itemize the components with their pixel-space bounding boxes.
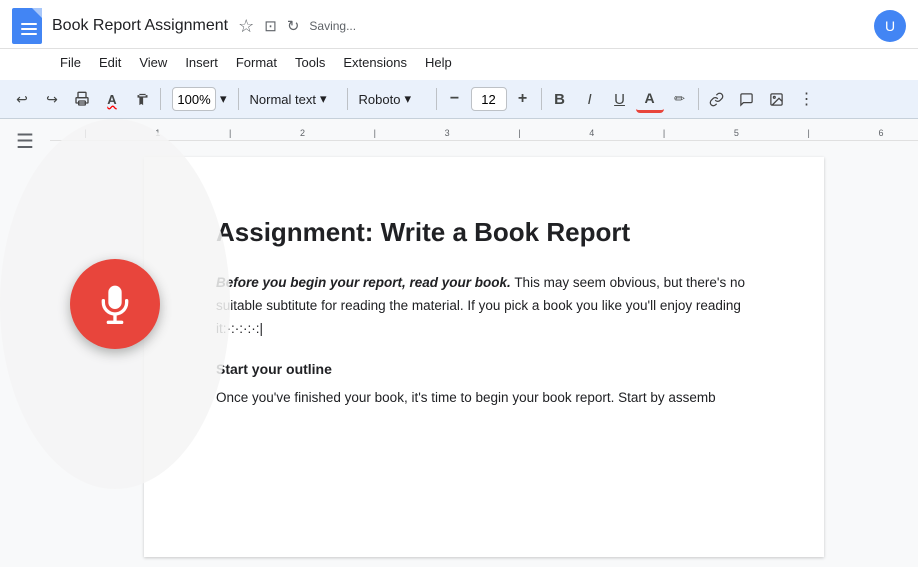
style-arrow: ▾ <box>320 91 327 107</box>
voice-overlay <box>0 119 230 489</box>
text-color-button[interactable]: A <box>636 85 664 113</box>
doc-subheading-1: Start your outline <box>216 361 752 377</box>
ruler: | 1 | 2 | 3 | 4 | 5 | 6 <box>50 119 918 141</box>
doc-icon-line <box>21 33 37 35</box>
main-area: ☰ | 1 | 2 | 3 | 4 | 5 | 6 <box>0 119 918 567</box>
print-button[interactable] <box>68 85 96 113</box>
voice-mic-button[interactable] <box>70 259 160 349</box>
zoom-arrow: ▾ <box>220 91 227 107</box>
menu-insert[interactable]: Insert <box>177 51 226 74</box>
font-label: Roboto <box>359 92 401 107</box>
ruler-mark: 3 <box>445 128 450 138</box>
mic-icon <box>95 284 135 324</box>
image-button[interactable] <box>763 85 791 113</box>
spellcheck-button[interactable]: A <box>98 85 126 113</box>
more-options-button[interactable]: ⋮ <box>793 85 821 113</box>
ruler-mark: 5 <box>734 128 739 138</box>
doc-page: Assignment: Write a Book Report Before y… <box>144 157 824 557</box>
ruler-numbers: | 1 | 2 | 3 | 4 | 5 | 6 <box>50 128 918 140</box>
underline-button[interactable]: U <box>606 85 634 113</box>
divider-1 <box>160 88 161 110</box>
divider-4 <box>436 88 437 110</box>
toolbar: ↩ ↪ A ▾ Normal text ▾ Roboto ▾ − + B I U… <box>0 80 918 119</box>
doc-paragraph-2[interactable]: Once you've finished your book, it's tim… <box>216 387 752 410</box>
style-label: Normal text <box>250 92 316 107</box>
undo-button[interactable]: ↩ <box>8 85 36 113</box>
divider-5 <box>541 88 542 110</box>
ruler-mark: | <box>229 128 231 138</box>
doc-main-title: Assignment: Write a Book Report <box>216 217 752 248</box>
font-dropdown[interactable]: Roboto ▾ <box>352 88 432 110</box>
doc-icon-line <box>21 28 37 30</box>
paint-format-button[interactable] <box>128 85 156 113</box>
ruler-inner: | 1 | 2 | 3 | 4 | 5 | 6 <box>50 119 918 140</box>
menu-help[interactable]: Help <box>417 51 460 74</box>
redo-button[interactable]: ↪ <box>38 85 66 113</box>
menu-edit[interactable]: Edit <box>91 51 129 74</box>
divider-6 <box>698 88 699 110</box>
ruler-mark: | <box>518 128 520 138</box>
avatar[interactable]: U <box>874 10 906 42</box>
saving-status: Saving... <box>309 19 356 33</box>
doc-bold-italic-text: Before you begin your report, read your … <box>216 275 511 290</box>
menu-bar: File Edit View Insert Format Tools Exten… <box>0 49 918 80</box>
ruler-mark: 4 <box>589 128 594 138</box>
sync-icon[interactable]: ↻ <box>287 17 300 35</box>
style-dropdown[interactable]: Normal text ▾ <box>243 88 343 110</box>
italic-button[interactable]: I <box>576 85 604 113</box>
menu-tools[interactable]: Tools <box>287 51 333 74</box>
menu-file[interactable]: File <box>52 51 89 74</box>
ruler-mark: 6 <box>879 128 884 138</box>
star-icon[interactable]: ☆ <box>238 16 254 37</box>
comment-button[interactable] <box>733 85 761 113</box>
ruler-mark: 2 <box>300 128 305 138</box>
bold-button[interactable]: B <box>546 85 574 113</box>
divider-2 <box>238 88 239 110</box>
ruler-mark: | <box>374 128 376 138</box>
doc-icon-line <box>21 23 37 25</box>
font-size-inc-button[interactable]: + <box>509 85 537 113</box>
ruler-mark: | <box>663 128 665 138</box>
ruler-mark: | <box>808 128 810 138</box>
divider-3 <box>347 88 348 110</box>
font-size-dec-button[interactable]: − <box>441 85 469 113</box>
highlight-button[interactable]: ✏ <box>666 85 694 113</box>
menu-extensions[interactable]: Extensions <box>335 51 415 74</box>
zoom-input[interactable] <box>172 87 216 111</box>
zoom-dropdown[interactable]: ▾ <box>165 84 234 114</box>
link-button[interactable] <box>703 85 731 113</box>
font-arrow: ▾ <box>404 91 411 107</box>
doc-title: Book Report Assignment <box>52 17 228 35</box>
doc-icon-lines <box>17 17 37 35</box>
menu-format[interactable]: Format <box>228 51 285 74</box>
outline-icon[interactable]: ☰ <box>16 129 34 154</box>
doc-paragraph-1[interactable]: Before you begin your report, read your … <box>216 272 752 341</box>
font-size-input[interactable] <box>471 87 507 111</box>
drive-icon[interactable]: ⊡ <box>264 17 277 35</box>
menu-view[interactable]: View <box>131 51 175 74</box>
doc-icon <box>12 8 42 44</box>
title-bar: Book Report Assignment ☆ ⊡ ↻ Saving... U <box>0 0 918 49</box>
